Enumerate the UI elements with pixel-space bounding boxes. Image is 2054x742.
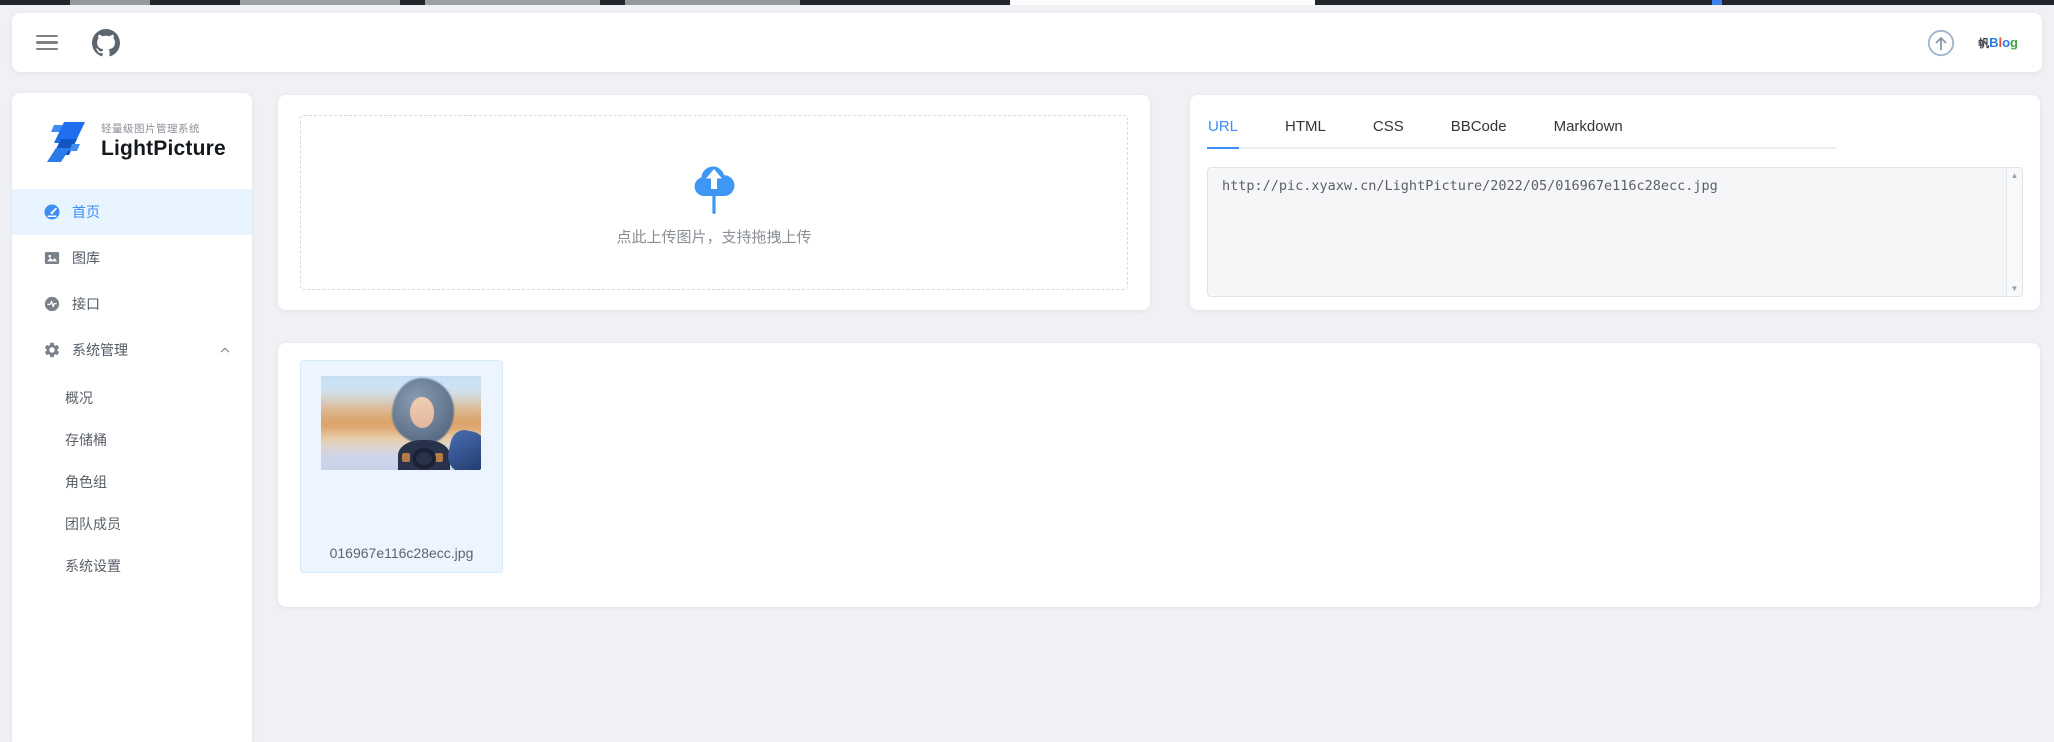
url-output-wrapper: http://pic.xyaxw.cn/LightPicture/2022/05…	[1207, 167, 2023, 297]
sidebar-item-label: 系统管理	[72, 342, 128, 358]
browser-tab-sliver	[425, 0, 600, 5]
sidebar-subitem-settings[interactable]: 系统设置	[12, 545, 252, 587]
tab-url[interactable]: URL	[1207, 112, 1240, 149]
upload-dropzone[interactable]: 点此上传图片，支持拖拽上传	[300, 115, 1128, 290]
avatar-letter: g	[2010, 34, 2018, 50]
sidebar-subitem-buckets[interactable]: 存储桶	[12, 419, 252, 461]
logo-subtitle: 轻量级图片管理系统	[101, 123, 200, 135]
sidebar: 轻量级图片管理系统 LightPicture 首页 图库 接口 系统管理 概况 …	[12, 93, 252, 742]
image-card[interactable]: 016967e116c28ecc.jpg	[300, 360, 503, 573]
logo-title: LightPicture	[101, 137, 226, 160]
browser-tab-sliver	[240, 0, 400, 5]
github-icon[interactable]	[92, 28, 120, 57]
lightpicture-logo-icon	[47, 122, 85, 162]
topbar-actions: 帆Blog	[1926, 28, 2018, 58]
thumbnail-figure	[410, 397, 434, 428]
gallery-icon	[44, 252, 60, 264]
thumbnail-figure	[412, 448, 436, 469]
sidebar-item-gallery[interactable]: 图库	[12, 235, 252, 281]
sidebar-item-api[interactable]: 接口	[12, 281, 252, 327]
gear-icon	[44, 342, 60, 358]
circle-arrow-up-icon[interactable]	[1926, 28, 1956, 58]
url-output-textarea[interactable]: http://pic.xyaxw.cn/LightPicture/2022/05…	[1207, 167, 2023, 297]
sidebar-subitem-label: 系统设置	[65, 558, 121, 574]
sidebar-subitem-label: 概况	[65, 390, 93, 406]
thumbnail-figure	[435, 453, 443, 462]
textarea-scrollbar[interactable]: ▲ ▼	[2006, 168, 2022, 296]
lightpicture-app: 帆Blog 轻量级图片管理系统 LightPicture 首页 图库 接口 系统…	[0, 0, 2054, 742]
browser-active-tab-sliver	[1010, 0, 1315, 5]
thumbnail-figure	[402, 453, 410, 462]
hamburger-menu-icon[interactable]	[36, 34, 58, 51]
sidebar-subitem-roles[interactable]: 角色组	[12, 461, 252, 503]
browser-tab-sliver	[70, 0, 150, 5]
sidebar-item-label: 接口	[72, 296, 100, 312]
cloud-upload-icon	[694, 166, 735, 214]
avatar-logo[interactable]: 帆Blog	[1978, 36, 2018, 50]
avatar-letter: o	[2002, 34, 2011, 50]
chevron-up-icon	[220, 347, 230, 353]
sidebar-menu: 首页 图库 接口 系统管理 概况 存储桶 角色组 团队成员 系统设置	[12, 189, 252, 587]
tab-html[interactable]: HTML	[1284, 112, 1327, 147]
sidebar-subitem-label: 团队成员	[65, 516, 121, 532]
sidebar-subitem-label: 存储桶	[65, 432, 107, 448]
dashboard-icon	[44, 204, 60, 220]
sidebar-item-home[interactable]: 首页	[12, 189, 252, 235]
sidebar-subitem-overview[interactable]: 概况	[12, 377, 252, 419]
link-format-panel: URL HTML CSS BBCode Markdown http://pic.…	[1190, 95, 2040, 310]
sidebar-item-label: 图库	[72, 250, 100, 266]
scroll-up-arrow-icon[interactable]: ▲	[2011, 171, 2019, 180]
upload-hint: 点此上传图片，支持拖拽上传	[616, 229, 812, 246]
tab-bbcode[interactable]: BBCode	[1450, 112, 1508, 147]
image-thumbnail[interactable]	[321, 376, 481, 470]
app-logo: 轻量级图片管理系统 LightPicture	[12, 93, 252, 181]
tab-css[interactable]: CSS	[1372, 112, 1405, 147]
sidebar-item-system[interactable]: 系统管理	[12, 327, 252, 373]
sidebar-subitem-members[interactable]: 团队成员	[12, 503, 252, 545]
upload-card: 点此上传图片，支持拖拽上传	[278, 95, 1150, 310]
link-format-tabs: URL HTML CSS BBCode Markdown	[1207, 112, 1836, 149]
api-icon	[44, 296, 60, 312]
browser-tab-sliver	[1712, 0, 1722, 5]
sidebar-subitem-label: 角色组	[65, 474, 107, 490]
topbar: 帆Blog	[12, 13, 2042, 72]
scroll-down-arrow-icon[interactable]: ▼	[2011, 284, 2019, 293]
sidebar-submenu: 概况 存储桶 角色组 团队成员 系统设置	[12, 373, 252, 587]
image-filename: 016967e116c28ecc.jpg	[329, 545, 474, 561]
avatar-letter: 帆	[1978, 37, 1990, 50]
browser-chrome-strip	[0, 0, 2054, 5]
gallery-panel: 016967e116c28ecc.jpg	[278, 343, 2040, 607]
sidebar-item-label: 首页	[72, 204, 100, 220]
logo-text: 轻量级图片管理系统 LightPicture	[101, 121, 226, 161]
tab-markdown[interactable]: Markdown	[1553, 112, 1624, 147]
browser-tab-sliver	[625, 0, 800, 5]
